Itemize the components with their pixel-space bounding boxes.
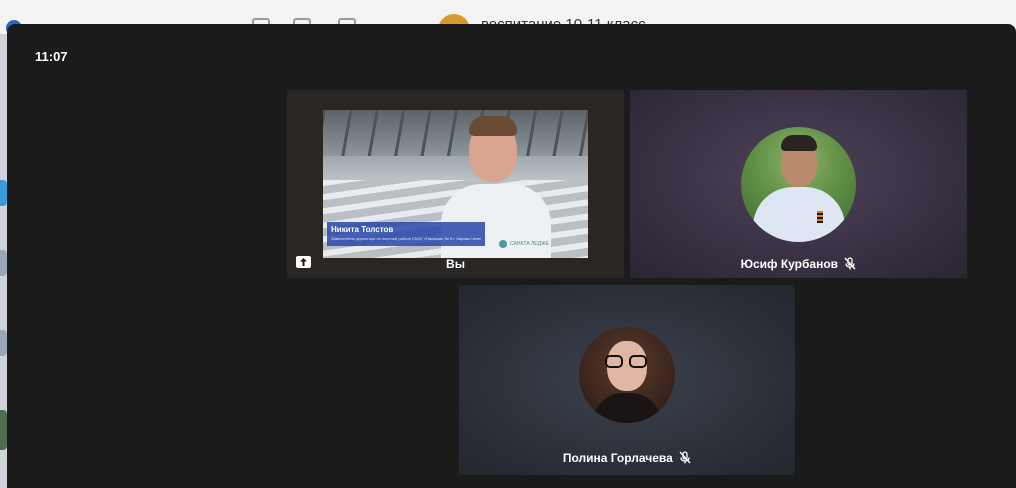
- participant-name: Полина Горлачева: [459, 451, 795, 465]
- greenhouse-roof: [323, 110, 588, 156]
- avatar-hair: [781, 135, 817, 151]
- participant-name-text: Юсиф Курбанов: [740, 257, 839, 271]
- shirt-text: САНКТА ЛЕДЖЕ: [510, 241, 549, 247]
- self-video-stream: САНКТА ЛЕДЖЕ Никита Толстов Заместитель …: [323, 110, 588, 258]
- participant-name-text: Полина Горлачева: [562, 451, 673, 465]
- mic-off-icon: [844, 257, 856, 270]
- participant-tile-self[interactable]: САНКТА ЛЕДЖЕ Никита Толстов Заместитель …: [287, 90, 624, 278]
- avatar: [741, 127, 856, 242]
- mic-off-icon: [679, 451, 691, 464]
- video-call-window: 11:07 САНКТА ЛЕДЖЕ Никита Толстов Замест…: [7, 24, 1016, 488]
- participant-name-text: Вы: [446, 257, 465, 271]
- sidebar-chat-icon[interactable]: [0, 250, 7, 276]
- person-hair: [469, 116, 517, 136]
- participant-name: Юсиф Курбанов: [630, 257, 967, 271]
- shirt-logo-icon: [499, 240, 507, 248]
- sidebar-chat-icon[interactable]: [0, 330, 7, 356]
- video-caption-name: Никита Толстов: [331, 225, 394, 234]
- glasses-icon: [605, 355, 649, 369]
- ribbon-icon: [817, 211, 823, 223]
- participant-tile-polina[interactable]: Полина Горлачева: [459, 285, 795, 475]
- participant-tile-yusif[interactable]: Юсиф Курбанов: [630, 90, 967, 278]
- sidebar-chat-icon[interactable]: [0, 410, 7, 450]
- avatar-shirt: [753, 187, 845, 242]
- participant-name: Вы: [287, 257, 624, 271]
- avatar-body: [593, 393, 661, 423]
- call-clock: 11:07: [35, 49, 68, 64]
- video-caption-subtitle: Заместитель директора по научной работе …: [331, 236, 481, 241]
- avatar: [579, 327, 675, 423]
- sidebar-chat-icon[interactable]: [0, 180, 7, 206]
